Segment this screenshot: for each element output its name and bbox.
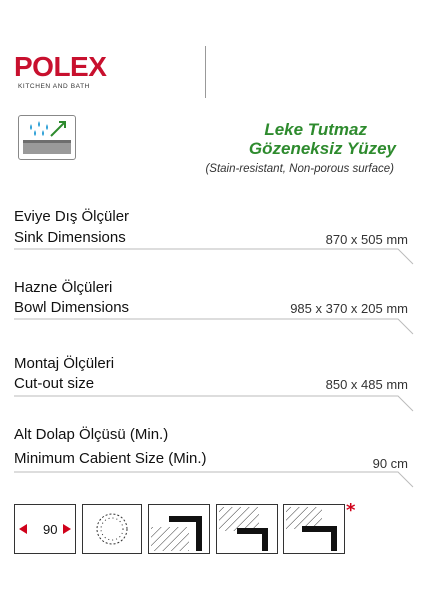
spec-underline [14,395,414,412]
spec-underline [14,471,414,488]
header-divider [205,46,206,98]
angle-value: 90 [43,522,58,537]
polex-logo: POLEX KITCHEN AND BATH [14,52,134,98]
feature-subtitle: (Stain-resistant, Non-porous surface) [205,163,394,175]
flush-mount-icon [148,504,210,554]
logo-wordmark: POLEX [14,51,107,82]
feature-title-line2: Gözeneksiz Yüzey [248,139,396,158]
feature-title-line1: Leke Tutmaz [264,120,367,139]
undermount-icon [283,504,345,554]
logo-tagline: KITCHEN AND BATH [18,83,90,90]
spec-underline [14,248,414,265]
note-asterisk: * [346,500,356,521]
stain-resistant-surface-icon [18,115,76,160]
cabinet-angle-icon: 90 [14,504,76,554]
drain-hole-icon [82,504,142,554]
spec-underline [14,318,414,335]
top-mount-icon [216,504,278,554]
